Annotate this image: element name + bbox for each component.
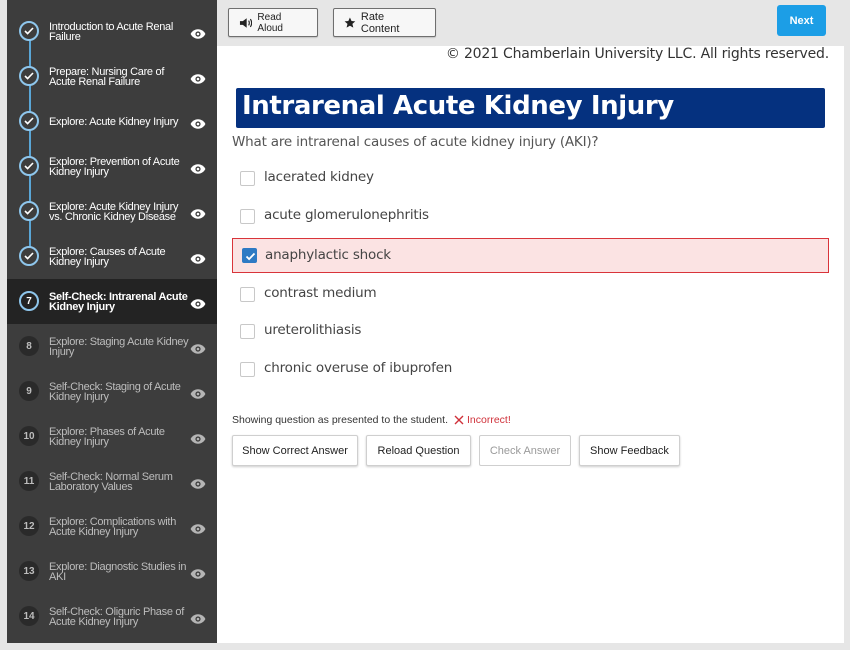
incorrect-indicator: Incorrect! xyxy=(454,414,511,426)
rate-content-label: Rate Content xyxy=(360,10,400,35)
next-button[interactable]: Next xyxy=(777,5,826,36)
check-icon xyxy=(19,246,39,266)
sidebar-item-label: Self-Check: Normal Serum Laboratory Valu… xyxy=(49,470,173,493)
eye-icon[interactable] xyxy=(190,26,206,39)
option-label: contrast medium xyxy=(264,285,377,301)
read-aloud-button[interactable]: Read Aloud xyxy=(228,8,318,37)
option-checkbox[interactable] xyxy=(240,324,255,339)
eye-icon[interactable] xyxy=(190,611,206,624)
step-number: 7 xyxy=(19,291,39,311)
eye-icon[interactable] xyxy=(190,251,206,264)
read-aloud-label: Read Aloud xyxy=(257,11,283,34)
option-label: lacerated kidney xyxy=(264,169,374,185)
eye-icon[interactable] xyxy=(190,161,206,174)
sidebar-item-label: Self-Check: Oliguric Phase of Acute Kidn… xyxy=(49,605,184,628)
show-correct-answer-button[interactable]: Show Correct Answer xyxy=(232,435,358,466)
sidebar-item-label: Explore: Diagnostic Studies in AKI xyxy=(49,560,187,583)
sidebar-item[interactable]: 10 Explore: Phases of Acute Kidney Injury xyxy=(7,414,217,459)
step-number: 12 xyxy=(19,516,39,536)
eye-icon[interactable] xyxy=(190,521,206,534)
option-label: chronic overuse of ibuprofen xyxy=(264,360,453,376)
option-checkbox[interactable] xyxy=(240,362,255,377)
check-answer-button[interactable]: Check Answer xyxy=(479,435,571,466)
option-checkbox[interactable] xyxy=(240,209,255,224)
reload-question-button[interactable]: Reload Question xyxy=(366,435,471,466)
status-line: Showing question as presented to the stu… xyxy=(232,414,511,426)
sidebar-item-label: Explore: Phases of Acute Kidney Injury xyxy=(49,425,165,448)
sidebar-item-label: Explore: Acute Kidney Injury xyxy=(49,115,179,128)
sidebar-item[interactable]: Explore: Acute Kidney Injury vs. Chronic… xyxy=(7,189,217,234)
incorrect-label: Incorrect! xyxy=(466,414,511,426)
step-number: 14 xyxy=(19,606,39,626)
speaker-icon xyxy=(239,17,253,28)
step-number: 13 xyxy=(19,561,39,581)
sidebar-item[interactable]: Explore: Prevention of Acute Kidney Inju… xyxy=(7,144,217,189)
sidebar-item-label: Self-Check: Staging of Acute Kidney Inju… xyxy=(49,380,181,403)
check-icon xyxy=(19,111,39,131)
rate-content-button[interactable]: Rate Content xyxy=(333,8,436,37)
step-number: 10 xyxy=(19,426,39,446)
sidebar-item[interactable]: 13 Explore: Diagnostic Studies in AKI xyxy=(7,549,217,594)
sidebar-item-label: Explore: Prevention of Acute Kidney Inju… xyxy=(49,155,180,178)
sidebar-item-label: Self-Check: Intrarenal Acute Kidney Inju… xyxy=(49,290,188,313)
status-text: Showing question as presented to the stu… xyxy=(232,414,448,426)
option-checkbox[interactable] xyxy=(242,248,257,263)
eye-icon[interactable] xyxy=(190,386,206,399)
star-icon xyxy=(344,17,356,28)
question-text: What are intrarenal causes of acute kidn… xyxy=(232,134,599,150)
step-number: 9 xyxy=(19,381,39,401)
check-icon xyxy=(19,156,39,176)
sidebar-item[interactable]: 14 Self-Check: Oliguric Phase of Acute Ki… xyxy=(7,594,217,639)
sidebar-item[interactable]: 8 Explore: Staging Acute Kidney Injury xyxy=(7,324,217,369)
x-icon xyxy=(454,415,464,425)
sidebar-item-label: Explore: Complications with Acute Kidney… xyxy=(49,515,177,538)
answer-option[interactable]: ureterolithiasis xyxy=(232,314,829,349)
eye-icon[interactable] xyxy=(190,476,206,489)
answer-option[interactable]: chronic overuse of ibuprofen xyxy=(232,352,829,387)
option-checkbox[interactable] xyxy=(240,171,255,186)
sidebar-item-label: Introduction to Acute Renal Failure xyxy=(49,20,173,43)
sidebar-item[interactable]: 9 Self-Check: Staging of Acute Kidney Inj… xyxy=(7,369,217,414)
answer-option[interactable]: lacerated kidney xyxy=(232,161,829,196)
check-icon xyxy=(19,201,39,221)
eye-icon[interactable] xyxy=(190,431,206,444)
sidebar-item[interactable]: 12 Explore: Complications with Acute Kidn… xyxy=(7,504,217,549)
answer-option[interactable]: acute glomerulonephritis xyxy=(232,199,829,234)
sidebar-item[interactable]: Explore: Acute Kidney Injury xyxy=(7,99,217,144)
sidebar-item[interactable]: Introduction to Acute Renal Failure xyxy=(7,9,217,54)
step-number: 8 xyxy=(19,336,39,356)
check-icon xyxy=(19,21,39,41)
page-title: Intrarenal Acute Kidney Injury xyxy=(242,91,674,121)
copyright-text: © 2021 Chamberlain University LLC. All r… xyxy=(445,46,829,62)
step-number: 11 xyxy=(19,471,39,491)
eye-icon[interactable] xyxy=(190,341,206,354)
option-label: anaphylactic shock xyxy=(265,247,391,263)
answer-option[interactable]: contrast medium xyxy=(232,277,829,312)
option-label: ureterolithiasis xyxy=(264,322,362,338)
show-feedback-button[interactable]: Show Feedback xyxy=(579,435,680,466)
sidebar-item[interactable]: 7 Self-Check: Intrarenal Acute Kidney Inj… xyxy=(7,279,217,324)
check-icon xyxy=(19,66,39,86)
toolbar: Read Aloud Rate Content Next xyxy=(217,0,844,46)
sidebar-item-label: Explore: Staging Acute Kidney Injury xyxy=(49,335,189,358)
sidebar-item-label: Explore: Acute Kidney Injury vs. Chronic… xyxy=(49,200,179,223)
app-frame: Introduction to Acute Renal Failure Prepa… xyxy=(0,0,850,650)
eye-icon[interactable] xyxy=(190,116,206,129)
sidebar-item[interactable]: 11 Self-Check: Normal Serum Laboratory Va… xyxy=(7,459,217,504)
eye-icon[interactable] xyxy=(190,71,206,84)
sidebar-item[interactable]: Prepare: Nursing Care of Acute Renal Fai… xyxy=(7,54,217,99)
answer-option[interactable]: anaphylactic shock xyxy=(232,238,829,273)
option-checkbox[interactable] xyxy=(240,287,255,302)
sidebar-item-label: Explore: Causes of Acute Kidney Injury xyxy=(49,245,166,268)
eye-icon[interactable] xyxy=(190,206,206,219)
main-content: Read Aloud Rate Content Next © 2021 Cham… xyxy=(217,0,844,643)
page-title-banner: Intrarenal Acute Kidney Injury xyxy=(236,88,825,128)
sidebar-item-label: Prepare: Nursing Care of Acute Renal Fai… xyxy=(49,65,165,88)
eye-icon[interactable] xyxy=(190,296,206,309)
option-label: acute glomerulonephritis xyxy=(264,207,429,223)
lesson-sidebar: Introduction to Acute Renal Failure Prepa… xyxy=(7,0,217,643)
eye-icon[interactable] xyxy=(190,566,206,579)
sidebar-item[interactable]: Explore: Causes of Acute Kidney Injury xyxy=(7,234,217,279)
